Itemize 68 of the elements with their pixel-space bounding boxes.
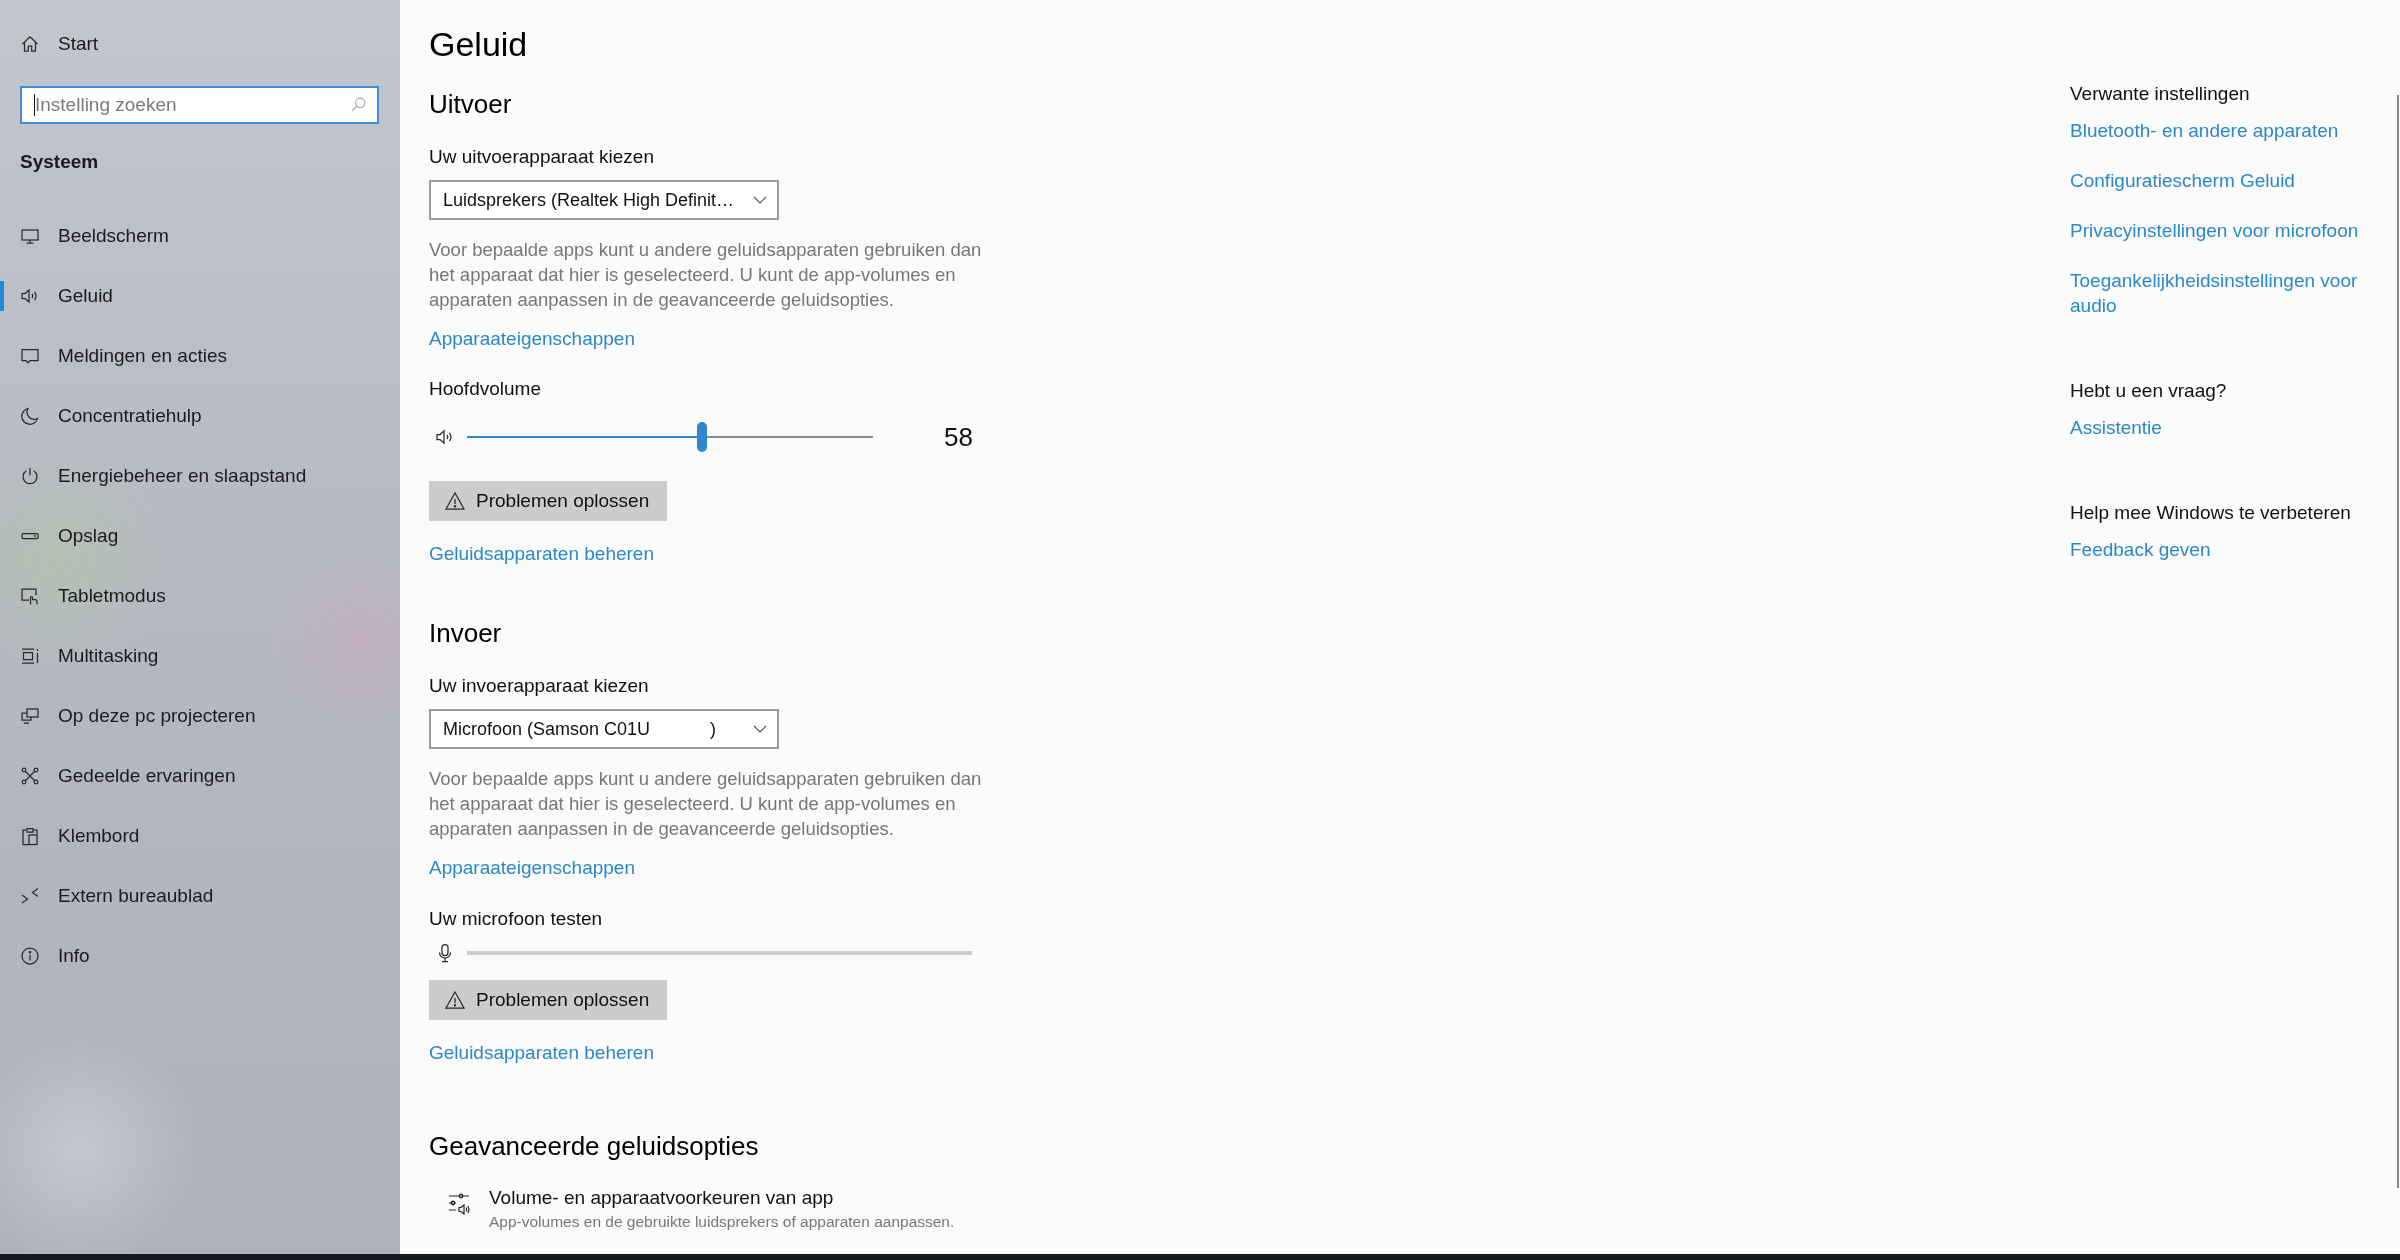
nav-item[interactable]: Beeldscherm [0, 206, 400, 266]
speaker-icon [20, 286, 40, 306]
caret-icon [753, 196, 767, 204]
text-cursor-icon [34, 94, 35, 116]
device-dropdown[interactable]: Luidsprekers (Realtek High Definit… [429, 180, 779, 220]
related-heading: Hebt u een vraag? [2070, 379, 2227, 403]
manage-devices-link[interactable]: Geluidsapparaten beheren [429, 540, 654, 568]
slider-thumb[interactable] [697, 422, 708, 452]
info-icon [20, 946, 40, 966]
field-label: Uw uitvoerapparaat kiezen [429, 145, 654, 169]
speech-bubble-icon [20, 346, 40, 366]
setting-link[interactable]: Volume- en apparaatvoorkeuren van app [489, 1185, 834, 1211]
manage-devices-link[interactable]: Geluidsapparaten beheren [429, 1039, 654, 1067]
nodes-icon [20, 766, 40, 786]
mic-test-label: Uw microfoon testen [429, 907, 603, 931]
field-label: Uw invoerapparaat kiezen [429, 674, 649, 698]
setting-description: App-volumes en de gebruikte luidsprekers of apparaten aanpassen. [489, 1212, 955, 1232]
nav-item[interactable]: Extern bureaublad [0, 866, 400, 926]
home-icon [20, 34, 40, 54]
section-heading: Invoer [429, 617, 503, 650]
warning-icon [445, 990, 465, 1010]
screens-icon [20, 706, 40, 726]
warning-icon [445, 491, 465, 511]
page-title: Geluid [429, 24, 529, 65]
nav-item[interactable]: Klembord [0, 806, 400, 866]
related-link[interactable]: Bluetooth- en andere apparaten [2070, 118, 2339, 143]
related-link[interactable]: Privacyinstellingen voor microfoon [2070, 218, 2359, 243]
sliders-speaker-icon [448, 1193, 470, 1215]
related-heading: Help mee Windows te verbeteren [2070, 501, 2351, 525]
caret-icon [753, 725, 767, 733]
nav-item[interactable]: Op deze pc projecteren [0, 686, 400, 746]
chevrons-icon [20, 886, 40, 906]
device-properties-link[interactable]: Apparaateigenschappen [429, 325, 635, 353]
section-heading: Geavanceerde geluidsopties [429, 1130, 760, 1163]
monitor-icon [20, 226, 40, 246]
nav-item[interactable]: Concentratiehulp [0, 386, 400, 446]
window-layout-icon [20, 646, 40, 666]
nav-item[interactable]: Gedeelde ervaringen [0, 746, 400, 806]
section-title: Systeem [20, 150, 99, 174]
volume-value: 58 [944, 421, 973, 453]
device-properties-link[interactable]: Apparaateigenschappen [429, 854, 635, 882]
section-heading: Uitvoer [429, 88, 513, 121]
related-link[interactable]: Configuratiescherm Geluid [2070, 168, 2295, 193]
power-icon [20, 466, 40, 486]
nav-item[interactable]: Energiebeheer en slaapstand [0, 446, 400, 506]
related-heading: Verwante instellingen [2070, 82, 2250, 106]
nav-item[interactable]: Tabletmodus [0, 566, 400, 626]
device-dropdown[interactable]: Microfoon (Samson C01U ) [429, 709, 779, 749]
volume-label: Hoofdvolume [429, 377, 541, 401]
troubleshoot-button[interactable]: Problemen oplossen [429, 980, 668, 1020]
search-icon[interactable] [350, 96, 367, 113]
nav-item[interactable]: Multitasking [0, 626, 400, 686]
related-link[interactable]: Assistentie [2070, 415, 2162, 440]
moon-icon [20, 406, 40, 426]
troubleshoot-button[interactable]: Problemen oplossen [429, 481, 668, 521]
speaker-icon [435, 427, 455, 447]
scrollbar[interactable] [2397, 95, 2399, 1188]
search-field[interactable]: Instelling zoeken [20, 86, 379, 124]
clipboard-icon [20, 826, 40, 846]
nav-item[interactable]: Meldingen en acties [0, 326, 400, 386]
related-link[interactable]: Toegankelijkheidsinstellingen voor audio [2070, 268, 2375, 318]
nav-item[interactable]: Opslag [0, 506, 400, 566]
description-text: Voor bepaalde apps kunt u andere geluidsapparaten gebruiken dan het apparaat dat hier is geselecteerd. U kunt de app-volumes en apparaten aanpassen in de geavanceerde geluidsopties. [429, 767, 983, 841]
home-link[interactable]: Start [20, 20, 99, 68]
description-text: Voor bepaalde apps kunt u andere geluidsapparaten gebruiken dan het apparaat dat hier is geselecteerd. U kunt de app-volumes en apparaten aanpassen in de geavanceerde geluidsopties. [429, 238, 983, 312]
tablet-icon [20, 586, 40, 606]
nav-item[interactable]: Info [0, 926, 400, 986]
related-link[interactable]: Feedback geven [2070, 537, 2211, 562]
